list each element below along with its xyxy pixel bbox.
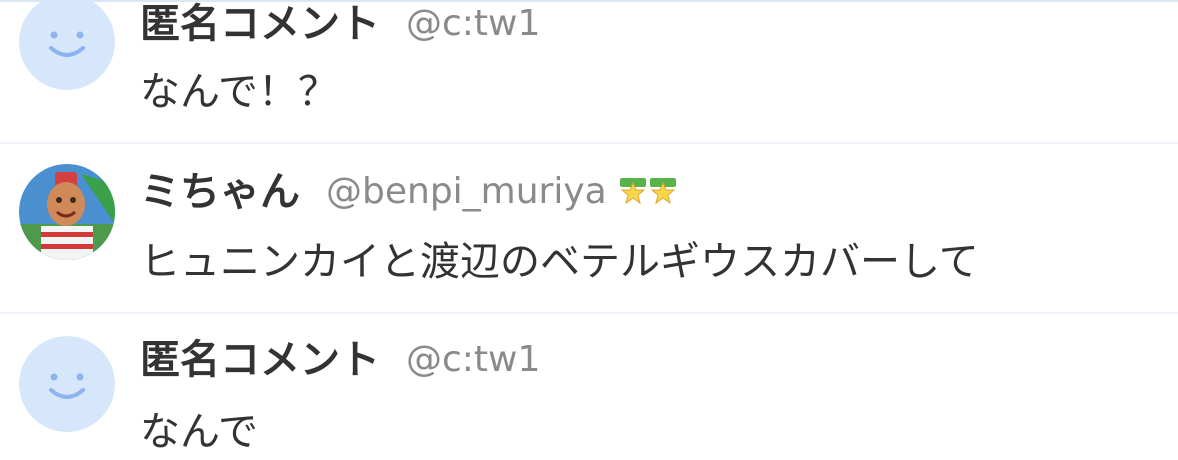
default-avatar[interactable]	[19, 336, 115, 432]
comment-author-handle[interactable]: @c:tw1	[406, 332, 540, 388]
comment-text: なんで	[140, 409, 258, 455]
comment-author-name[interactable]: ミちゃん	[140, 164, 300, 220]
comment-text: なんで！？	[140, 69, 338, 115]
smiley-icon	[19, 336, 115, 432]
user-badge	[619, 177, 677, 207]
user-photo-icon	[19, 164, 115, 260]
star-badge-icon	[619, 178, 646, 205]
comment-author-name[interactable]: 匿名コメント	[140, 0, 380, 52]
smiley-icon	[19, 0, 115, 90]
star-badge-icon	[649, 178, 676, 205]
comment-header: ミちゃん @benpi_muriya	[140, 164, 677, 220]
comment-text: ヒュニンカイと渡辺のベテルギウスカバーして	[140, 239, 979, 285]
comment-item[interactable]: ミちゃん @benpi_muriya ヒュニンカイと渡辺のベテルギウスカバーして	[0, 144, 1178, 312]
comment-author-name[interactable]: 匿名コメント	[140, 332, 380, 388]
comment-author-handle[interactable]: @c:tw1	[406, 0, 540, 52]
comment-item[interactable]: 匿名コメント @c:tw1 なんで！？	[0, 0, 1178, 144]
comment-feed: 匿名コメント @c:tw1 なんで！？ ミちゃん @benpi_muriya ヒ…	[0, 0, 1178, 455]
comment-item[interactable]: 匿名コメント @c:tw1 なんで	[0, 314, 1178, 455]
comment-header: 匿名コメント @c:tw1	[140, 332, 540, 388]
comment-header: 匿名コメント @c:tw1	[140, 0, 540, 52]
user-avatar[interactable]	[19, 164, 115, 260]
default-avatar[interactable]	[19, 0, 115, 90]
comment-author-handle[interactable]: @benpi_muriya	[326, 164, 607, 220]
